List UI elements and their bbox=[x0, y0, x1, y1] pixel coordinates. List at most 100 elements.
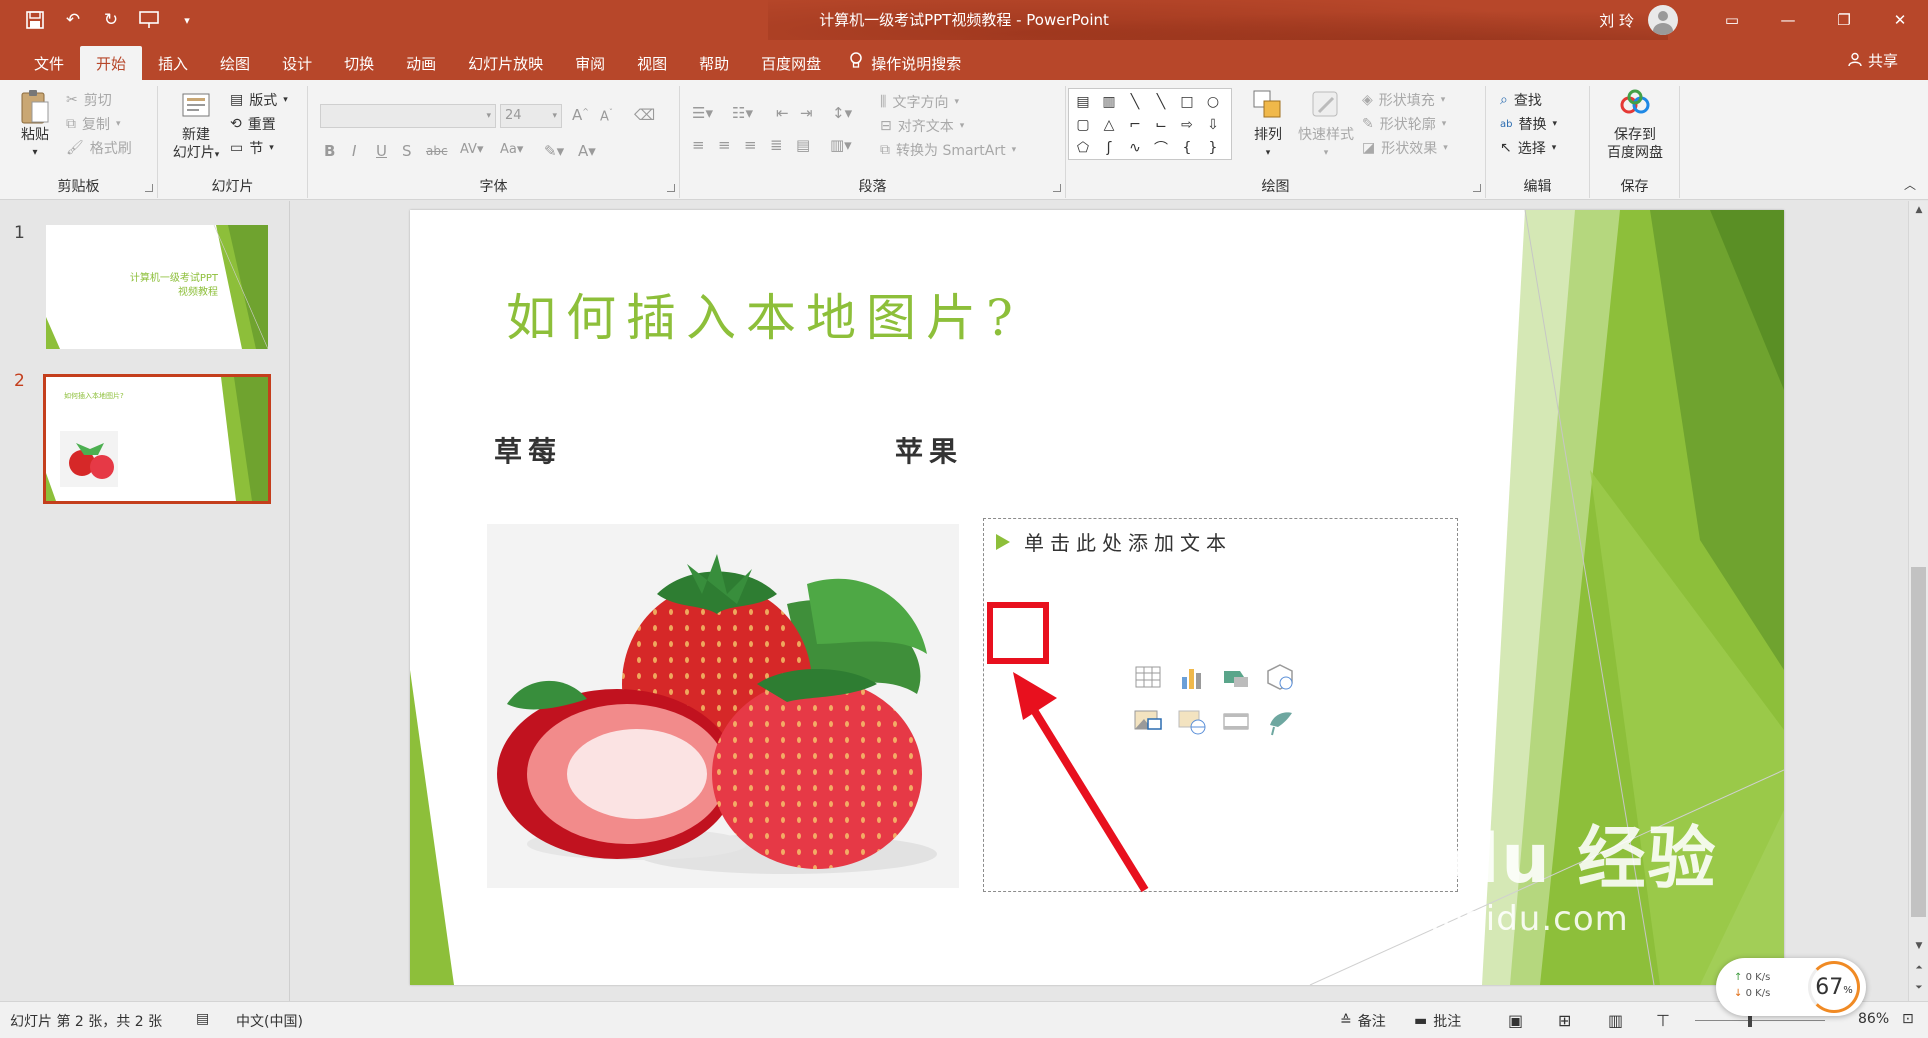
slide-thumbnail-2[interactable]: 如何插入本地图片? bbox=[43, 374, 271, 504]
vtextbox-shape-icon[interactable]: ▥ bbox=[1097, 91, 1121, 113]
right-arrow-shape-icon[interactable]: ⇨ bbox=[1175, 114, 1199, 136]
paste-button[interactable]: 粘贴 ▾ bbox=[10, 88, 60, 162]
distributed-icon[interactable]: ▤ bbox=[796, 136, 810, 154]
save-to-baidu-button[interactable]: 保存到 百度网盘 bbox=[1598, 88, 1672, 162]
line-shape-icon[interactable]: ╲ bbox=[1123, 91, 1147, 113]
arrange-button[interactable]: 排列 ▾ bbox=[1246, 88, 1290, 162]
justify-icon[interactable]: ≣ bbox=[770, 136, 783, 154]
zoom-slider[interactable] bbox=[1695, 1020, 1825, 1021]
line-spacing-icon[interactable]: ↕▾ bbox=[832, 104, 852, 122]
user-account[interactable]: 刘 玲 bbox=[1599, 0, 1678, 40]
font-launcher-icon[interactable] bbox=[667, 184, 675, 192]
change-case-icon[interactable]: Aa▾ bbox=[500, 142, 523, 157]
tab-animations[interactable]: 动画 bbox=[390, 46, 452, 80]
slide-thumbnail-1[interactable]: 计算机一级考试PPT 视频教程 bbox=[46, 225, 268, 349]
underline-icon[interactable]: U bbox=[376, 142, 387, 160]
next-slide-icon[interactable]: ⏷ bbox=[1909, 979, 1928, 997]
align-left-icon[interactable]: ≡ bbox=[692, 136, 705, 154]
strawberry-picture[interactable] bbox=[487, 524, 959, 888]
align-text-button[interactable]: ⊟ 对齐文本 ▾ bbox=[880, 116, 964, 136]
slideshow-view-icon[interactable]: ⊤ bbox=[1656, 1011, 1670, 1030]
reading-view-icon[interactable]: ▥ bbox=[1608, 1011, 1623, 1030]
placeholder-bullet-text[interactable]: 单击此处添加文本 bbox=[996, 527, 1232, 556]
left-column-heading[interactable]: 草莓 bbox=[494, 430, 562, 470]
shadow-icon[interactable]: S bbox=[402, 142, 412, 160]
format-painter-button[interactable]: 🖌 格式刷 bbox=[66, 138, 132, 158]
language-status[interactable]: 中文(中国) bbox=[236, 1011, 303, 1031]
share-button[interactable]: 共享 bbox=[1848, 50, 1898, 71]
tab-view[interactable]: 视图 bbox=[621, 46, 683, 80]
slide-title[interactable]: 如何插入本地图片? bbox=[506, 278, 1023, 350]
scroll-up-icon[interactable]: ▲ bbox=[1909, 201, 1928, 219]
convert-smartart-button[interactable]: ⧉ 转换为 SmartArt ▾ bbox=[880, 140, 1016, 160]
notes-button[interactable]: ≙ 备注 bbox=[1340, 1011, 1386, 1031]
scroll-down-icon[interactable]: ▼ bbox=[1909, 937, 1928, 955]
ribbon-display-options-icon[interactable]: ▭ bbox=[1704, 0, 1760, 40]
shapes-gallery[interactable]: ▤ ▥ ╲ ╲ □ ○ ▢ △ ⌐ ⌙ ⇨ ⇩ ⬠ ʃ ∿ ⌒ { } bbox=[1068, 88, 1232, 160]
tab-draw[interactable]: 绘图 bbox=[204, 46, 266, 80]
undo-icon[interactable]: ↶ bbox=[62, 9, 84, 31]
minimize-icon[interactable]: — bbox=[1760, 0, 1816, 40]
close-icon[interactable]: ✕ bbox=[1872, 0, 1928, 40]
pentagon-shape-icon[interactable]: ⬠ bbox=[1071, 137, 1095, 159]
font-name-combo[interactable]: ▾ bbox=[320, 104, 496, 128]
shape-fill-button-vis[interactable]: ◈ 形状填充 ▾ bbox=[1362, 90, 1445, 110]
spelling-check-icon[interactable]: ▤ bbox=[196, 1011, 209, 1027]
insert-3d-model-icon[interactable] bbox=[1264, 661, 1296, 693]
copy-button[interactable]: ⧉ 复制 ▾ bbox=[66, 114, 121, 134]
scrollbar-thumb[interactable] bbox=[1911, 567, 1926, 917]
slide-sorter-icon[interactable]: ⊞ bbox=[1558, 1011, 1571, 1030]
slide-canvas[interactable]: 如何插入本地图片? 草莓 苹果 单击此处添加文本 Bai du 经验 jingy… bbox=[410, 210, 1784, 985]
elbow-shape-icon[interactable]: ⌐ bbox=[1123, 114, 1147, 136]
replace-button[interactable]: ab 替换 ▾ bbox=[1500, 114, 1557, 134]
triangle-shape-icon[interactable]: △ bbox=[1097, 114, 1121, 136]
avatar[interactable] bbox=[1648, 5, 1678, 35]
text-direction-button[interactable]: ⫼ 文字方向 ▾ bbox=[880, 92, 959, 112]
tab-design[interactable]: 设计 bbox=[266, 46, 328, 80]
insert-chart-icon[interactable] bbox=[1176, 661, 1208, 693]
brace-left-shape-icon[interactable]: { bbox=[1175, 137, 1199, 159]
align-center-icon[interactable]: ≡ bbox=[718, 136, 731, 154]
reset-button[interactable]: ⟲ 重置 bbox=[230, 114, 276, 134]
cut-button[interactable]: ✂ 剪切 bbox=[66, 90, 112, 110]
restore-icon[interactable]: ❐ bbox=[1816, 0, 1872, 40]
align-right-icon[interactable]: ≡ bbox=[744, 136, 757, 154]
customize-qat-icon[interactable]: ▾ bbox=[176, 9, 198, 31]
shape-effects-button[interactable]: ◪ 形状效果 ▾ bbox=[1362, 138, 1448, 158]
textbox-shape-icon[interactable]: ▤ bbox=[1071, 91, 1095, 113]
shape-outline-button[interactable]: ✎ 形状轮廓 ▾ bbox=[1362, 114, 1446, 134]
redo-icon[interactable]: ↻ bbox=[100, 9, 122, 31]
font-color-icon[interactable]: A▾ bbox=[578, 142, 596, 160]
vertical-scrollbar[interactable]: ▲ ▼ ⏶ ⏷ bbox=[1908, 201, 1928, 1001]
tell-me-search[interactable]: 操作说明搜索 bbox=[837, 46, 961, 80]
zoom-level[interactable]: 86% bbox=[1858, 1011, 1889, 1027]
comments-button[interactable]: ▬ 批注 bbox=[1414, 1011, 1461, 1031]
clipboard-launcher-icon[interactable] bbox=[145, 184, 153, 192]
brace-right-shape-icon[interactable]: } bbox=[1201, 137, 1225, 159]
curve-shape-icon[interactable]: ∿ bbox=[1123, 137, 1147, 159]
tab-slideshow[interactable]: 幻灯片放映 bbox=[452, 46, 559, 80]
italic-icon[interactable]: I bbox=[352, 142, 356, 160]
start-slideshow-icon[interactable] bbox=[138, 9, 160, 31]
tab-help[interactable]: 帮助 bbox=[683, 46, 745, 80]
highlight-icon[interactable]: ✎▾ bbox=[544, 142, 564, 160]
normal-view-icon[interactable]: ▣ bbox=[1508, 1011, 1523, 1030]
clear-formatting-icon[interactable]: ⌫ bbox=[634, 106, 655, 124]
roundrect-shape-icon[interactable]: ▢ bbox=[1071, 114, 1095, 136]
section-button[interactable]: ▭ 节 ▾ bbox=[230, 138, 274, 158]
drawing-launcher-icon[interactable] bbox=[1473, 184, 1481, 192]
tab-transitions[interactable]: 切换 bbox=[328, 46, 390, 80]
font-size-combo[interactable]: 24 ▾ bbox=[500, 104, 562, 128]
collapse-ribbon-icon[interactable]: ︿ bbox=[1904, 176, 1916, 193]
rect-shape-icon[interactable]: □ bbox=[1175, 91, 1199, 113]
elbow2-shape-icon[interactable]: ⌙ bbox=[1149, 114, 1173, 136]
tab-home[interactable]: 开始 bbox=[80, 46, 143, 80]
insert-smartart-icon[interactable] bbox=[1220, 661, 1252, 693]
char-spacing-icon[interactable]: AV▾ bbox=[460, 142, 483, 157]
shrink-font-icon[interactable]: Aˇ bbox=[600, 108, 613, 124]
bullets-icon[interactable]: ☰▾ bbox=[692, 104, 713, 122]
increase-indent-icon[interactable]: ⇥ bbox=[800, 104, 813, 122]
arc-shape-icon[interactable]: ⌒ bbox=[1149, 137, 1173, 159]
freeform-shape-icon[interactable]: ʃ bbox=[1097, 137, 1121, 159]
tab-file[interactable]: 文件 bbox=[18, 46, 80, 80]
